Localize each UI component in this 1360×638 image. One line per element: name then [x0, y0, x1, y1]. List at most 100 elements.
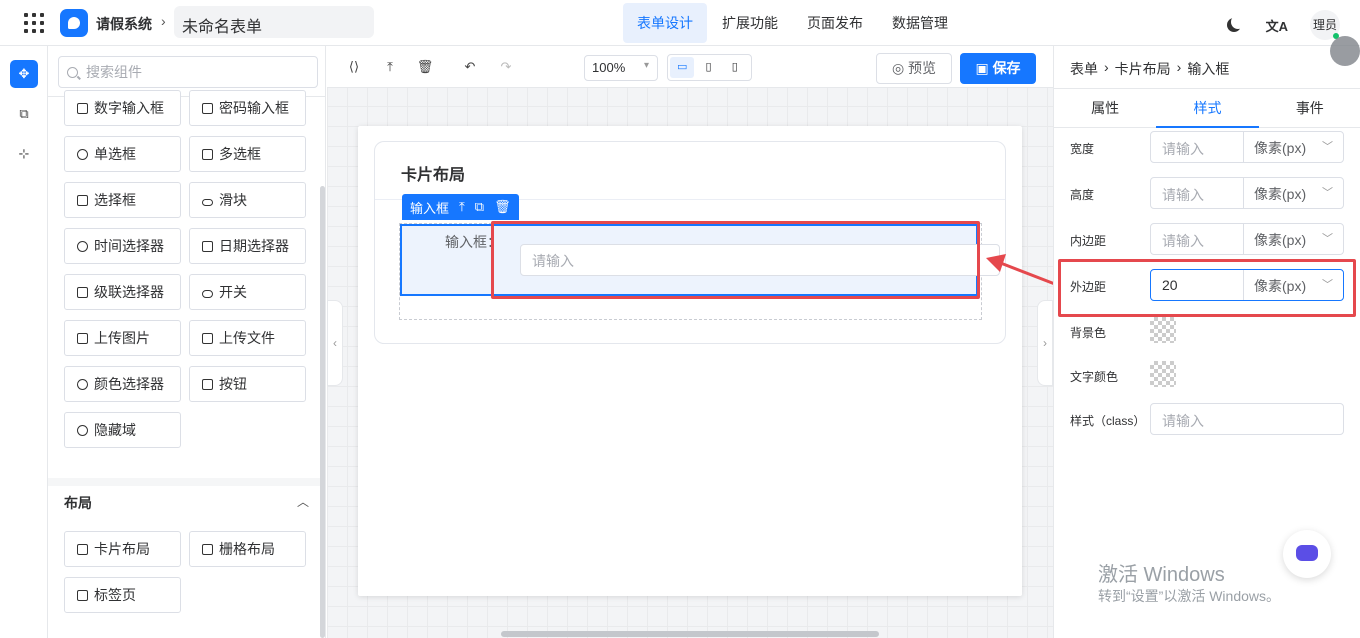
- comp-number-input[interactable]: 数字输入框: [64, 90, 181, 126]
- tab-attributes[interactable]: 属性: [1054, 89, 1156, 127]
- comp-label: 开关: [219, 284, 247, 300]
- collapse-right-button[interactable]: ›: [1037, 300, 1053, 386]
- trash-icon[interactable]: 🗑: [416, 58, 434, 76]
- comp-hidden-field[interactable]: 隐藏域: [64, 412, 181, 448]
- undo-icon[interactable]: ↶: [461, 58, 479, 76]
- annotation-arrow: [986, 254, 1061, 288]
- tab-styles[interactable]: 样式: [1156, 89, 1259, 128]
- comp-grid-layout[interactable]: 栅格布局: [189, 531, 306, 567]
- desktop-icon[interactable]: ▭: [670, 57, 695, 78]
- app-name: 请假系统: [96, 16, 152, 32]
- bg-color-swatch[interactable]: [1150, 317, 1176, 343]
- chevron-down-icon: ﹀: [1322, 233, 1333, 245]
- puzzle-icon: ✥: [18, 66, 30, 81]
- breadcrumb: 表单 › 卡片布局 › 输入框: [1070, 59, 1229, 79]
- palette-scrollbar[interactable]: [320, 186, 325, 638]
- height-input[interactable]: 请输入 像素(px) ﹀: [1150, 177, 1344, 209]
- cascader-icon: [77, 287, 88, 298]
- class-placeholder: 请输入: [1162, 413, 1204, 429]
- save-button[interactable]: ▣ 保存: [960, 53, 1036, 84]
- comp-color-picker[interactable]: 颜色选择器: [64, 366, 181, 402]
- comp-label: 按钮: [219, 376, 247, 392]
- comp-label: 标签页: [94, 587, 136, 603]
- mobile-icon[interactable]: ▯: [723, 57, 747, 78]
- activation-watermark-subtitle: 转到“设置”以激活 Windows。: [1098, 588, 1281, 604]
- move-top-icon[interactable]: ⤒: [459, 199, 465, 215]
- comp-time-picker[interactable]: 时间选择器: [64, 228, 181, 264]
- width-placeholder: 请输入: [1162, 141, 1204, 157]
- nav-tab-data[interactable]: 数据管理: [878, 3, 962, 43]
- comp-label: 滑块: [219, 192, 247, 208]
- height-placeholder: 请输入: [1162, 187, 1204, 203]
- padding-unit-select[interactable]: 像素(px) ﹀: [1243, 224, 1343, 254]
- canvas-h-scrollbar[interactable]: [501, 631, 879, 637]
- comp-date-picker[interactable]: 日期选择器: [189, 228, 306, 264]
- chevron-down-icon: ▾: [643, 60, 649, 71]
- breadcrumb-item[interactable]: 表单: [1070, 59, 1098, 79]
- comp-button[interactable]: 按钮: [189, 366, 306, 402]
- comp-upload-file[interactable]: 上传文件: [189, 320, 306, 356]
- width-input[interactable]: 请输入 像素(px) ﹀: [1150, 131, 1344, 163]
- comp-label: 时间选择器: [94, 238, 164, 254]
- padding-label: 内边距: [1070, 234, 1107, 248]
- top-bar: 请假系统 › 未命名表单 表单设计 扩展功能 页面发布 数据管理 文A 理员: [0, 0, 1360, 46]
- component-palette: 搜索组件 数字输入框 密码输入框 单选框 多选框 选择框 滑块 时间选择器 日期…: [48, 46, 326, 638]
- preview-button[interactable]: ◎ 预览: [876, 53, 952, 84]
- width-unit-select[interactable]: 像素(px) ﹀: [1243, 132, 1343, 162]
- padding-input[interactable]: 请输入 像素(px) ﹀: [1150, 223, 1344, 255]
- comp-card-layout[interactable]: 卡片布局: [64, 531, 181, 567]
- dark-mode-toggle[interactable]: [1226, 16, 1244, 34]
- comp-select[interactable]: 选择框: [64, 182, 181, 218]
- code-panel-button[interactable]: ⧉: [10, 100, 38, 128]
- copy-icon[interactable]: ⧉: [475, 199, 484, 215]
- comp-upload-image[interactable]: 上传图片: [64, 320, 181, 356]
- tablet-icon[interactable]: ▯: [696, 57, 720, 78]
- form-title-input[interactable]: 未命名表单: [174, 6, 374, 38]
- unit-label: 像素(px): [1254, 186, 1307, 202]
- tab-events[interactable]: 事件: [1259, 89, 1360, 127]
- comp-tabs[interactable]: 标签页: [64, 577, 181, 613]
- text-color-swatch[interactable]: [1150, 361, 1176, 387]
- comp-cascader[interactable]: 级联选择器: [64, 274, 181, 310]
- collapse-left-button[interactable]: ‹: [327, 300, 343, 386]
- components-panel-button[interactable]: ✥: [10, 60, 38, 88]
- export-icon[interactable]: ⤒: [381, 58, 399, 76]
- chevron-right-icon: ›: [1043, 336, 1047, 350]
- class-input[interactable]: 请输入: [1150, 403, 1344, 435]
- chatbot-button[interactable]: [1283, 530, 1331, 578]
- comp-label: 单选框: [94, 146, 136, 162]
- nav-tab-publish[interactable]: 页面发布: [793, 3, 877, 43]
- translate-icon[interactable]: 文A: [1266, 16, 1288, 35]
- comp-label: 栅格布局: [219, 541, 275, 557]
- comp-label: 选择框: [94, 192, 136, 208]
- comp-checkbox[interactable]: 多选框: [189, 136, 306, 172]
- redo-icon[interactable]: ↷: [497, 58, 515, 76]
- corner-toggle-icon[interactable]: [1330, 36, 1360, 66]
- delete-icon[interactable]: 🗑: [494, 199, 511, 215]
- device-switcher: ▭ ▯ ▯: [667, 54, 752, 81]
- comp-password-input[interactable]: 密码输入框: [189, 90, 306, 126]
- tree-panel-button[interactable]: ⊹: [10, 140, 38, 168]
- user-avatar[interactable]: 理员: [1310, 10, 1340, 40]
- apps-grid-icon[interactable]: [24, 13, 44, 33]
- tree-icon: ⊹: [18, 146, 30, 161]
- properties-panel: 表单 › 卡片布局 › 输入框 属性 样式 事件 宽度 请输入 像素(px) ﹀ 高度 …: [1053, 46, 1360, 638]
- zoom-select[interactable]: 100% ▾: [584, 55, 658, 81]
- breadcrumb-item[interactable]: 输入框: [1187, 59, 1229, 79]
- nav-tab-form-design[interactable]: 表单设计: [623, 3, 707, 43]
- class-label: 样式（class）: [1070, 414, 1146, 428]
- comp-label: 多选框: [219, 146, 261, 162]
- comp-slider[interactable]: 滑块: [189, 182, 306, 218]
- selected-field-name: 输入框: [410, 200, 450, 216]
- checkbox-icon: [202, 149, 213, 160]
- nav-tab-extensions[interactable]: 扩展功能: [708, 3, 792, 43]
- chevron-up-icon[interactable]: ︿: [297, 493, 309, 510]
- comp-radio[interactable]: 单选框: [64, 136, 181, 172]
- code-view-icon[interactable]: ⟨⟩: [345, 58, 363, 76]
- component-search-input[interactable]: 搜索组件: [58, 56, 318, 88]
- height-unit-select[interactable]: 像素(px) ﹀: [1243, 178, 1343, 208]
- comp-switch[interactable]: 开关: [189, 274, 306, 310]
- annotation-highlight-canvas: [491, 221, 980, 299]
- breadcrumb-item[interactable]: 卡片布局: [1115, 59, 1171, 79]
- search-icon: [67, 66, 78, 78]
